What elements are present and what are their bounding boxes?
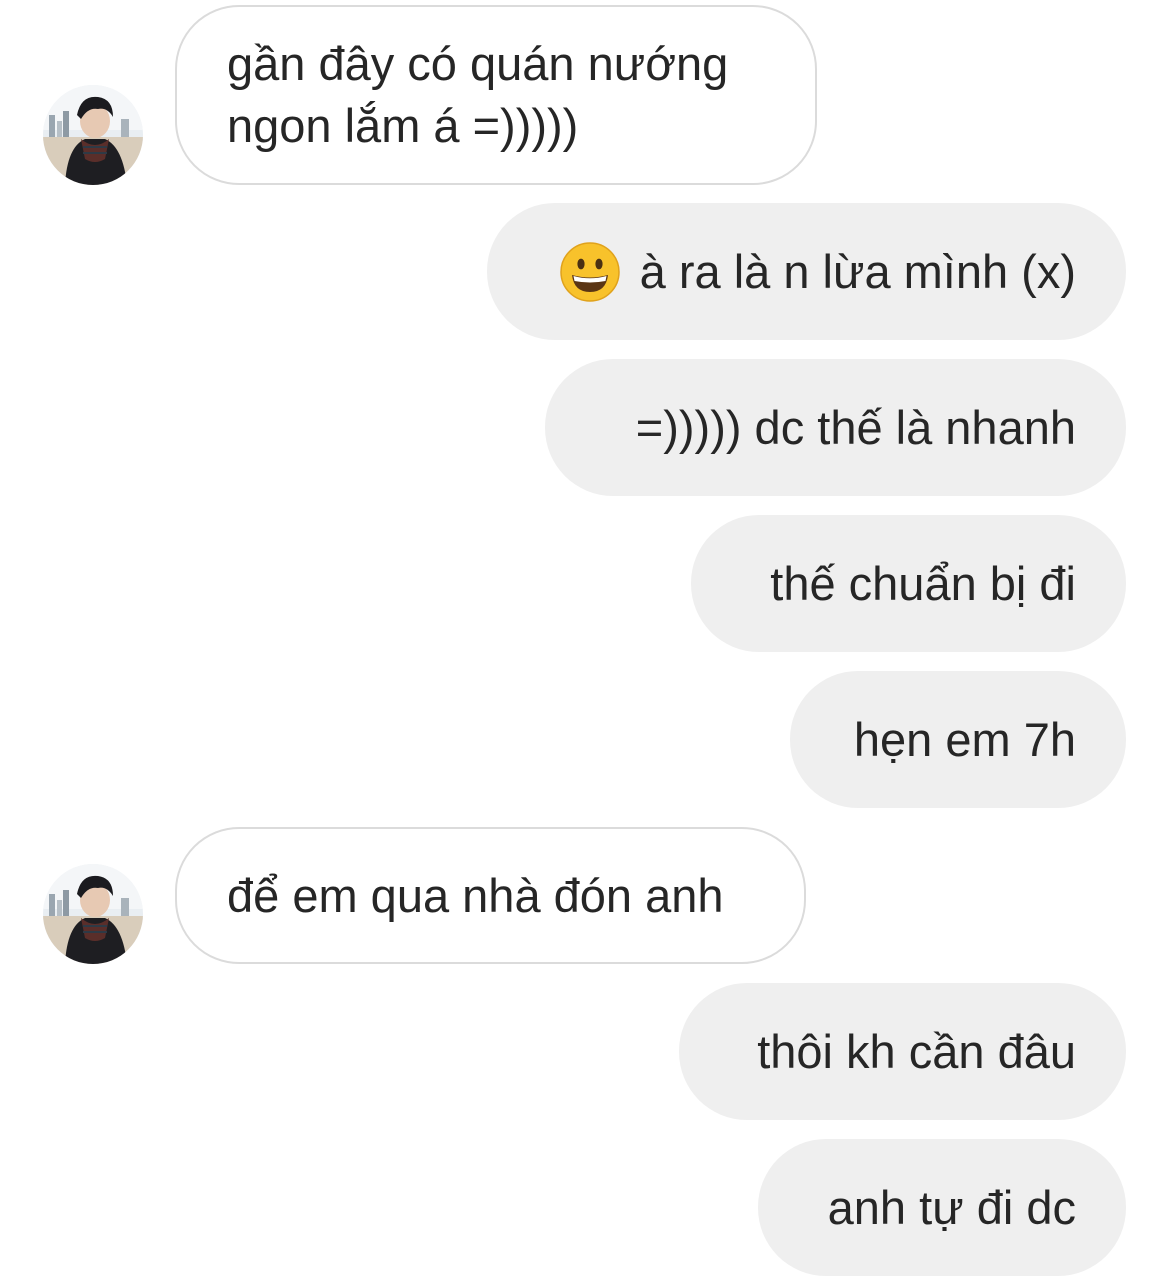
avatar-photo-icon [43, 864, 143, 964]
message-text: gần đây có quán nướng ngon lắm á =))))) [227, 33, 728, 157]
outgoing-message[interactable]: anh tự đi dc [758, 1139, 1126, 1276]
message-text: thế chuẩn bị đi [770, 556, 1076, 610]
message-text: =))))) dc thế là nhanh [635, 400, 1076, 454]
message-text-line: gần đây có quán nướng [227, 37, 729, 90]
incoming-message[interactable]: để em qua nhà đón anh [175, 827, 806, 964]
grinning-face-emoji-icon [559, 241, 620, 302]
message-text: hẹn em 7h [853, 712, 1076, 766]
outgoing-message[interactable]: thế chuẩn bị đi [691, 515, 1126, 652]
message-thread: gần đây có quán nướng ngon lắm á =))))) … [0, 0, 1170, 1283]
outgoing-message[interactable]: hẹn em 7h [790, 671, 1126, 808]
outgoing-message[interactable]: =))))) dc thế là nhanh [545, 359, 1126, 496]
incoming-message[interactable]: gần đây có quán nướng ngon lắm á =))))) [175, 5, 817, 185]
message-text: thôi kh cần đâu [757, 1024, 1076, 1078]
outgoing-message[interactable]: thôi kh cần đâu [679, 983, 1126, 1120]
avatar-photo-icon [43, 85, 143, 185]
contact-avatar[interactable] [43, 85, 143, 185]
message-text: để em qua nhà đón anh [227, 868, 724, 922]
message-text: anh tự đi dc [827, 1180, 1076, 1234]
outgoing-message[interactable]: à ra là n lừa mình (x) [487, 203, 1126, 340]
message-text-line: ngon lắm á =))))) [227, 99, 579, 152]
message-text: à ra là n lừa mình (x) [639, 244, 1076, 298]
contact-avatar[interactable] [43, 864, 143, 964]
